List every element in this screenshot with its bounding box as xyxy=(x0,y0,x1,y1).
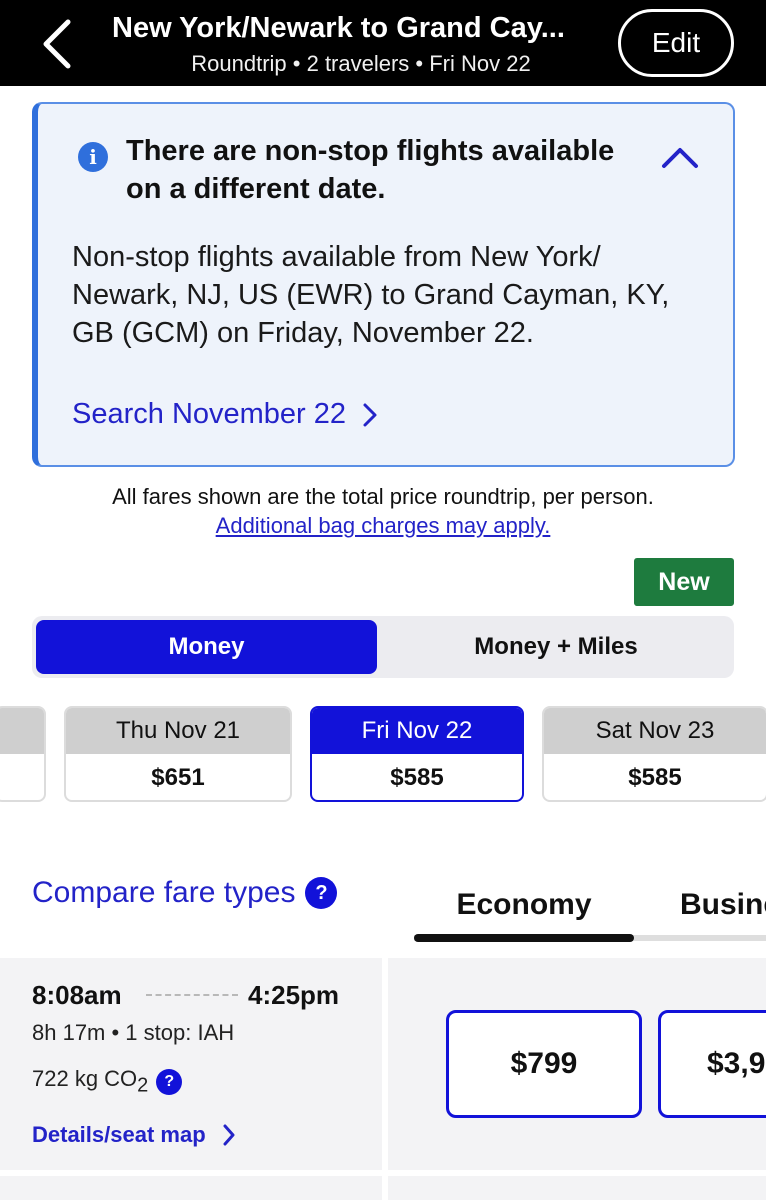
search-date-label: Search November 22 xyxy=(72,398,347,430)
money-option[interactable]: Money xyxy=(36,620,377,674)
economy-price-button[interactable]: $799 xyxy=(446,1010,642,1118)
top-bar: New York/Newark to Grand Cay... Roundtri… xyxy=(0,0,766,86)
date-label: Thu Nov 21 xyxy=(66,708,290,754)
route-title: New York/Newark to Grand Cay... xyxy=(112,12,565,44)
nonstop-info-card: i There are non-stop flights available o… xyxy=(32,102,735,467)
payment-toggle: Money Money + Miles xyxy=(32,616,734,678)
details-seat-map-link[interactable]: Details/seat map xyxy=(32,1122,236,1148)
money-miles-option[interactable]: Money + Miles xyxy=(382,620,730,674)
bag-charges-link[interactable]: Additional bag charges may apply. xyxy=(0,513,766,539)
fares-note: All fares shown are the total price roun… xyxy=(112,484,654,509)
date-label: Sat Nov 23 xyxy=(544,708,766,754)
date-price: $585 xyxy=(390,764,444,791)
new-badge: New xyxy=(634,558,734,606)
chevron-right-icon xyxy=(363,403,377,426)
edit-button[interactable]: Edit xyxy=(618,9,734,77)
info-title: There are non-stop flights available on … xyxy=(126,135,615,205)
help-icon[interactable]: ? xyxy=(305,877,338,909)
info-body: Non-stop flights available from New York… xyxy=(72,241,670,349)
details-label: Details/seat map xyxy=(32,1122,206,1147)
trip-summary: Roundtrip • 2 travelers • Fri Nov 22 xyxy=(191,51,531,76)
date-price: $585 xyxy=(628,764,682,791)
co2-value: 722 kg CO xyxy=(32,1066,138,1091)
tab-economy[interactable]: Economy xyxy=(414,888,634,922)
business-price-button[interactable]: $3,9 xyxy=(658,1010,766,1118)
search-date-link[interactable]: Search November 22 xyxy=(72,398,378,431)
departure-time: 8:08am xyxy=(32,980,122,1010)
co2-emissions: 722 kg CO2 ? xyxy=(32,1066,183,1097)
compare-label: Compare fare types xyxy=(32,876,296,909)
date-price: $651 xyxy=(151,764,205,791)
date-card-previous[interactable] xyxy=(0,706,46,802)
compare-fare-types-link[interactable]: Compare fare types ? xyxy=(32,876,338,910)
date-card-fri[interactable]: Fri Nov 22 $585 xyxy=(310,706,524,802)
help-icon[interactable]: ? xyxy=(156,1068,183,1095)
info-icon: i xyxy=(78,142,108,172)
back-chevron-icon[interactable] xyxy=(38,18,78,70)
arrival-time: 4:25pm xyxy=(248,980,340,1010)
tab-business[interactable]: Business xyxy=(680,888,766,922)
chevron-up-icon[interactable] xyxy=(660,142,700,172)
tab-active-indicator xyxy=(414,934,634,942)
date-card-thu[interactable]: Thu Nov 21 $651 xyxy=(64,706,292,802)
date-card-sat[interactable]: Sat Nov 23 $585 xyxy=(542,706,766,802)
route-line xyxy=(146,994,238,996)
co2-subscript: 2 xyxy=(137,1074,149,1097)
flight-duration: 8h 17m • 1 stop: IAH xyxy=(32,1020,235,1045)
date-label: Fri Nov 22 xyxy=(312,708,522,754)
chevron-right-icon xyxy=(223,1124,235,1146)
